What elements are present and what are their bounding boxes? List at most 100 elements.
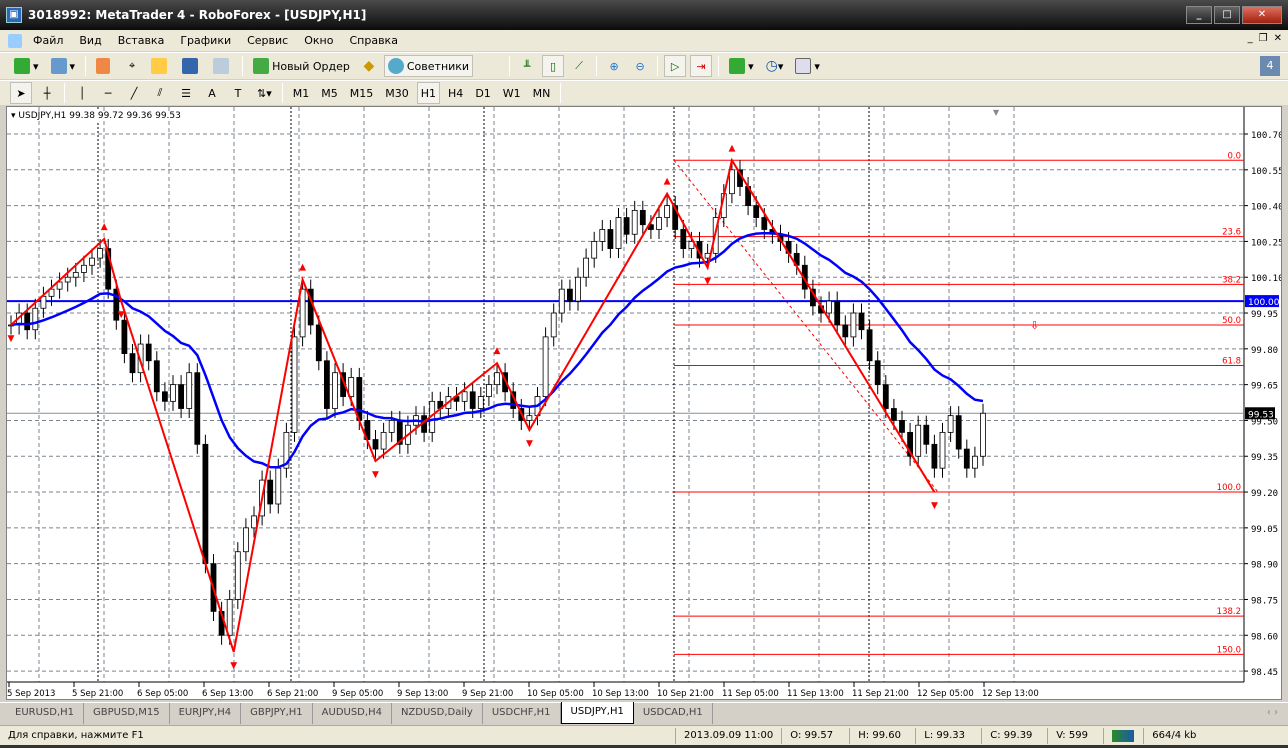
notifications-button[interactable]: 4 — [1260, 56, 1280, 76]
menu-file[interactable]: Файл — [25, 34, 71, 47]
market-watch-button[interactable] — [92, 55, 117, 77]
tf-m15[interactable]: M15 — [346, 82, 378, 104]
tf-h1[interactable]: H1 — [416, 82, 441, 104]
price-tick-label: 100.10 — [1251, 274, 1282, 284]
new-order-button[interactable]: Новый Ордер — [249, 55, 354, 77]
equidistant-channel-button[interactable]: ⫽ — [149, 82, 171, 104]
line-chart-button[interactable]: ⟋ — [568, 55, 590, 77]
close-button[interactable]: ✕ — [1242, 6, 1282, 24]
terminal-button[interactable] — [178, 55, 205, 77]
tab-gbpjpy[interactable]: GBPJPY,H1 — [241, 703, 313, 724]
arrows-icon: ⇅▾ — [257, 86, 272, 100]
candle-body — [963, 448, 970, 469]
minimize-button[interactable]: _ — [1186, 6, 1212, 24]
profiles-button[interactable]: ▾ — [47, 55, 80, 77]
candle-body — [826, 300, 832, 314]
experts-icon — [387, 58, 404, 74]
tf-w1[interactable]: W1 — [499, 82, 525, 104]
tab-usdcad[interactable]: USDCAD,H1 — [634, 703, 713, 724]
candle-body — [550, 312, 557, 338]
candle-body — [178, 384, 185, 409]
candle-body — [291, 336, 298, 433]
tab-usdchf[interactable]: USDCHF,H1 — [483, 703, 561, 724]
price-tick-label: 100.55 — [1251, 167, 1282, 177]
bar-chart-button[interactable]: ╨ — [516, 55, 538, 77]
expert-advisors-button[interactable]: Советники — [383, 55, 474, 77]
menu-tools[interactable]: Сервис — [239, 34, 296, 47]
crosshair-button[interactable]: ┼ — [36, 82, 58, 104]
sell-arrow-icon: ⇩ — [1030, 319, 1039, 332]
metaeditor-button[interactable]: ◆ — [358, 55, 380, 77]
tab-gbpusd[interactable]: GBPUSD,M15 — [84, 703, 170, 724]
mdi-restore-button[interactable]: ❐ — [1259, 33, 1268, 44]
price-tick-label: 99.35 — [1251, 453, 1278, 463]
menu-insert[interactable]: Вставка — [110, 34, 173, 47]
text-label-button[interactable]: T — [227, 82, 249, 104]
vertical-line-button[interactable]: │ — [71, 82, 93, 104]
periods-button[interactable]: ◷ ▾ — [762, 55, 788, 77]
new-chart-button[interactable]: ▾ — [10, 55, 43, 77]
tf-m5[interactable]: M5 — [317, 82, 342, 104]
fibo-level-label: 61.8 — [1222, 357, 1241, 367]
text-button[interactable]: A — [201, 82, 223, 104]
candlestick-icon: ▯ — [550, 59, 557, 73]
auto-scroll-button[interactable]: ▷ — [664, 55, 687, 77]
chart-shift-button[interactable]: ⇥ — [690, 55, 713, 77]
candle-body — [915, 424, 922, 457]
fibo-level-label: 138.2 — [1217, 607, 1241, 617]
menu-window[interactable]: Окно — [296, 34, 341, 47]
vertical-line-icon: │ — [78, 86, 86, 100]
tab-eurjpy[interactable]: EURJPY,H4 — [170, 703, 242, 724]
fibo-level-label: 38.2 — [1222, 275, 1241, 285]
candle-body — [631, 209, 638, 235]
mdi-minimize-button[interactable]: _ — [1248, 33, 1253, 44]
maximize-button[interactable]: □ — [1214, 6, 1240, 24]
candle-body — [680, 229, 687, 249]
price-chart[interactable]: 100.70 100.55 100.40 100.25 100.10 99.95 99.80… — [7, 107, 1282, 700]
candle-body — [753, 205, 760, 218]
zoom-out-button[interactable]: ⊖ — [629, 55, 651, 77]
tf-d1[interactable]: D1 — [471, 82, 494, 104]
trendline-icon: ╱ — [130, 86, 138, 100]
trendline-button[interactable]: ╱ — [123, 82, 145, 104]
arrows-button[interactable]: ⇅▾ — [253, 82, 276, 104]
candle-body — [170, 384, 176, 402]
tf-h4[interactable]: H4 — [444, 82, 467, 104]
candle-body — [729, 169, 735, 195]
candle-body — [542, 336, 549, 397]
candle-body — [89, 257, 95, 266]
tf-mn[interactable]: MN — [529, 82, 555, 104]
candle-body — [469, 391, 476, 409]
strategy-tester-button[interactable] — [209, 55, 236, 77]
horizontal-line-button[interactable]: ─ — [97, 82, 119, 104]
candlestick-button[interactable]: ▯ — [542, 55, 565, 77]
templates-button[interactable]: ▾ — [791, 55, 824, 77]
indicators-button[interactable]: ▾ — [725, 55, 758, 77]
tab-nzdusd[interactable]: NZDUSD,Daily — [392, 703, 483, 724]
candle-body — [72, 272, 79, 278]
mdi-close-button[interactable]: ✕ — [1274, 33, 1282, 44]
time-tick-label: 6 Sep 13:00 — [202, 689, 253, 699]
candle-body — [81, 264, 87, 273]
tab-eurusd[interactable]: EURUSD,H1 — [6, 703, 85, 724]
tab-scroll-arrows[interactable]: ‹ › — [1267, 707, 1278, 718]
tf-m1[interactable]: M1 — [289, 82, 314, 104]
channel-icon: ⫽ — [157, 86, 163, 99]
indicators-icon — [729, 58, 746, 74]
candle-body — [639, 209, 646, 226]
fibonacci-button[interactable]: ☰ — [175, 82, 197, 104]
cursor-button[interactable]: ➤ — [10, 82, 32, 104]
fibo-level-label: 100.0 — [1217, 483, 1241, 493]
navigator-button[interactable] — [147, 55, 174, 77]
crosshair-target-icon: ⌖ — [128, 59, 136, 72]
candle-body — [980, 412, 986, 457]
menu-charts[interactable]: Графики — [172, 34, 239, 47]
menu-help[interactable]: Справка — [341, 34, 405, 47]
tab-audusd[interactable]: AUDUSD,H4 — [313, 703, 392, 724]
data-window-button[interactable]: ⌖ — [121, 55, 143, 77]
chart-window[interactable]: 100.70 100.55 100.40 100.25 100.10 99.95 99.80… — [6, 106, 1282, 700]
tf-m30[interactable]: M30 — [381, 82, 413, 104]
tab-usdjpy[interactable]: USDJPY,H1 — [560, 702, 634, 724]
zoom-in-button[interactable]: ⊕ — [603, 55, 625, 77]
menu-view[interactable]: Вид — [71, 34, 109, 47]
